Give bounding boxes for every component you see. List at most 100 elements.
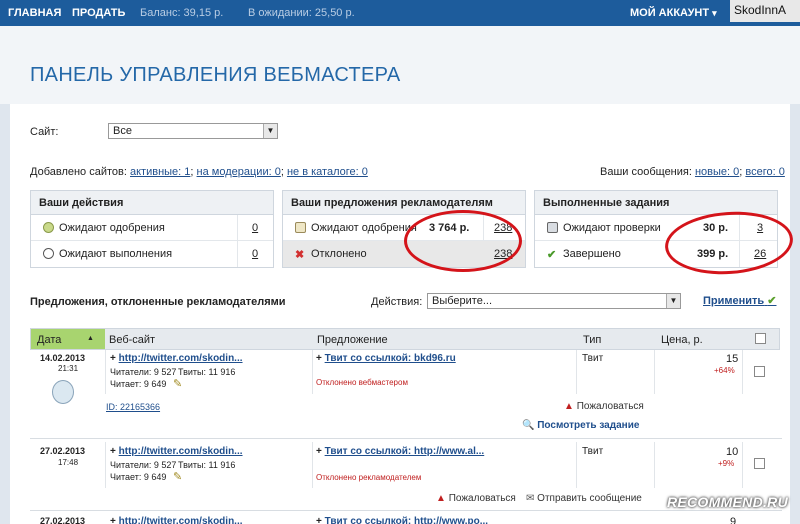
apply-button[interactable]: Применить ✔ — [703, 294, 776, 307]
main-panel: Сайт: Все ▼ Добавлено сайтов: активные: … — [10, 104, 796, 524]
bulk-actions-label: Действия: — [371, 296, 423, 308]
column-price-header: Цена, р. — [661, 334, 703, 346]
send-message-link[interactable]: ✉ Отправить сообщение — [526, 493, 642, 504]
offer-price: 9 — [730, 516, 737, 524]
add-icon: + — [110, 516, 116, 524]
row-time: 17:48 — [58, 458, 79, 467]
complain-link[interactable]: ▲ Пожаловаться — [436, 493, 516, 504]
site-link[interactable]: http://twitter.com/skodin... — [119, 446, 243, 457]
add-icon: + — [316, 446, 322, 457]
sites-active-link[interactable]: активные: 1 — [130, 166, 190, 178]
site-link[interactable]: http://twitter.com/skodin... — [119, 353, 243, 364]
sites-stats-prefix: Добавлено сайтов: — [30, 166, 127, 178]
complain-link[interactable]: ▲ Пожаловаться — [564, 401, 644, 412]
add-icon: + — [316, 516, 322, 524]
site-filter-label: Сайт: — [30, 126, 59, 138]
site-filter-select[interactable]: Все ▼ — [108, 123, 278, 139]
row-checkbox[interactable] — [754, 458, 765, 469]
table-header: Дата ▲ Веб-сайт Предложение Тип Цена, р. — [30, 328, 780, 350]
row-label: Отклонено — [311, 248, 367, 260]
complain-label: Пожаловаться — [576, 401, 644, 412]
row-label: Ожидают одобрения — [59, 222, 165, 234]
row-date: 27.02.2013 — [40, 446, 86, 456]
envelope-icon: ✉ — [526, 493, 535, 504]
view-task-link[interactable]: 🔍 Посмотреть задание — [522, 420, 639, 431]
site-cell: + http://twitter.com/skodin... — [110, 353, 243, 364]
row-label: Завершено — [563, 248, 621, 260]
document-icon — [295, 222, 306, 234]
sites-moderation-link[interactable]: на модерации: 0 — [197, 166, 281, 178]
offer-cell: + Твит со ссылкой: http://www.al... — [316, 446, 484, 457]
chevron-down-icon: ▾ — [712, 8, 717, 18]
readers-count: Читатели: 9 527 — [110, 367, 177, 377]
separator: ; — [190, 166, 194, 178]
pencil-icon: ✎ — [173, 378, 183, 390]
account-menu[interactable]: МОЙ АККАУНТ ▾ — [630, 7, 717, 19]
sites-not-in-catalog-link[interactable]: не в каталоге: 0 — [287, 166, 368, 178]
actions-row-awaiting-execution: Ожидают выполнения 0 — [31, 241, 273, 267]
nav-sell-link[interactable]: ПРОДАТЬ — [72, 7, 125, 19]
column-label: Дата — [37, 334, 62, 346]
offer-link[interactable]: Твит со ссылкой: http://www.po... — [325, 516, 488, 524]
reads-count: Читает: 9 649 — [110, 472, 167, 482]
price-delta: +9% — [718, 459, 735, 468]
row-label: Ожидают одобрения — [311, 222, 417, 234]
warning-icon: ▲ — [436, 493, 446, 504]
tweets-count: Твиты: 11 916 — [178, 460, 236, 470]
offer-type: Твит — [582, 446, 604, 457]
watermark: SkodInnA — [730, 0, 800, 22]
offer-price: 15 — [726, 353, 739, 365]
sites-stats: Добавлено сайтов: активные: 1; на модера… — [30, 166, 368, 178]
complain-label: Пожаловаться — [448, 493, 516, 504]
reads-count: Читает: 9 649 — [110, 379, 167, 389]
row-date: 14.02.2013 — [40, 353, 86, 363]
column-date-header[interactable]: Дата ▲ — [31, 329, 105, 349]
close-icon: ✖ — [295, 249, 305, 261]
offer-link[interactable]: Твит со ссылкой: bkd96.ru — [325, 353, 456, 364]
offer-id-link[interactable]: ID: 22165366 — [106, 402, 160, 412]
separator: ; — [739, 166, 743, 178]
row-label: Ожидают выполнения — [59, 248, 173, 260]
offer-status: Отклонено рекламодателем — [316, 473, 422, 482]
actions-row-awaiting-approval: Ожидают одобрения 0 — [31, 215, 273, 241]
site-filter-value: Все — [113, 125, 132, 137]
column-site-header: Веб-сайт — [109, 334, 156, 346]
bulk-actions-select[interactable]: Выберите... ▼ — [427, 293, 681, 309]
apply-label: Применить — [703, 295, 765, 307]
send-message-label: Отправить сообщение — [537, 493, 642, 504]
offer-price: 10 — [726, 446, 739, 458]
messages-all-link[interactable]: всего: 0 — [745, 166, 784, 178]
highlight-annotation — [404, 210, 522, 272]
count-link[interactable]: 0 — [252, 248, 258, 260]
add-icon: + — [110, 446, 116, 457]
nav-home-link[interactable]: ГЛАВНАЯ — [8, 7, 61, 19]
site-cell: + http://twitter.com/skodin... — [110, 516, 243, 524]
separator: ; — [280, 166, 284, 178]
sort-asc-icon: ▲ — [87, 335, 94, 342]
price-delta: +64% — [714, 366, 735, 375]
actions-box: Ваши действия Ожидают одобрения 0 Ожидаю… — [30, 190, 274, 268]
chevron-down-icon: ▼ — [666, 294, 680, 308]
select-all-checkbox[interactable] — [755, 333, 766, 344]
row-label: Ожидают проверки — [563, 222, 661, 234]
pencil-icon: ✎ — [173, 471, 183, 483]
count-link[interactable]: 0 — [252, 222, 258, 234]
row-checkbox[interactable] — [754, 366, 765, 377]
top-nav-bar: ГЛАВНАЯ ПРОДАТЬ Баланс: 39,15 р. В ожида… — [0, 0, 800, 26]
offer-type: Твит — [582, 353, 604, 364]
clock-icon — [43, 222, 54, 234]
inbox-icon — [547, 222, 558, 234]
offer-cell: + Твит со ссылкой: bkd96.ru — [316, 353, 456, 364]
search-icon: 🔍 — [522, 420, 535, 431]
page-title: ПАНЕЛЬ УПРАВЛЕНИЯ ВЕБМАСТЕРА — [30, 64, 401, 86]
messages-stats: Ваши сообщения: новые: 0; всего: 0 — [600, 166, 785, 178]
messages-new-link[interactable]: новые: 0 — [695, 166, 739, 178]
offer-cell: + Твит со ссылкой: http://www.po... — [316, 516, 488, 524]
clock-icon — [43, 248, 54, 260]
row-time: 21:31 — [58, 364, 79, 373]
site-link[interactable]: http://twitter.com/skodin... — [119, 516, 243, 524]
offer-link[interactable]: Твит со ссылкой: http://www.al... — [325, 446, 485, 457]
page-header: ПАНЕЛЬ УПРАВЛЕНИЯ ВЕБМАСТЕРА — [0, 26, 800, 104]
offers-box-title: Ваши предложения рекламодателям — [283, 191, 525, 215]
tweets-count: Твиты: 11 916 — [178, 367, 236, 377]
